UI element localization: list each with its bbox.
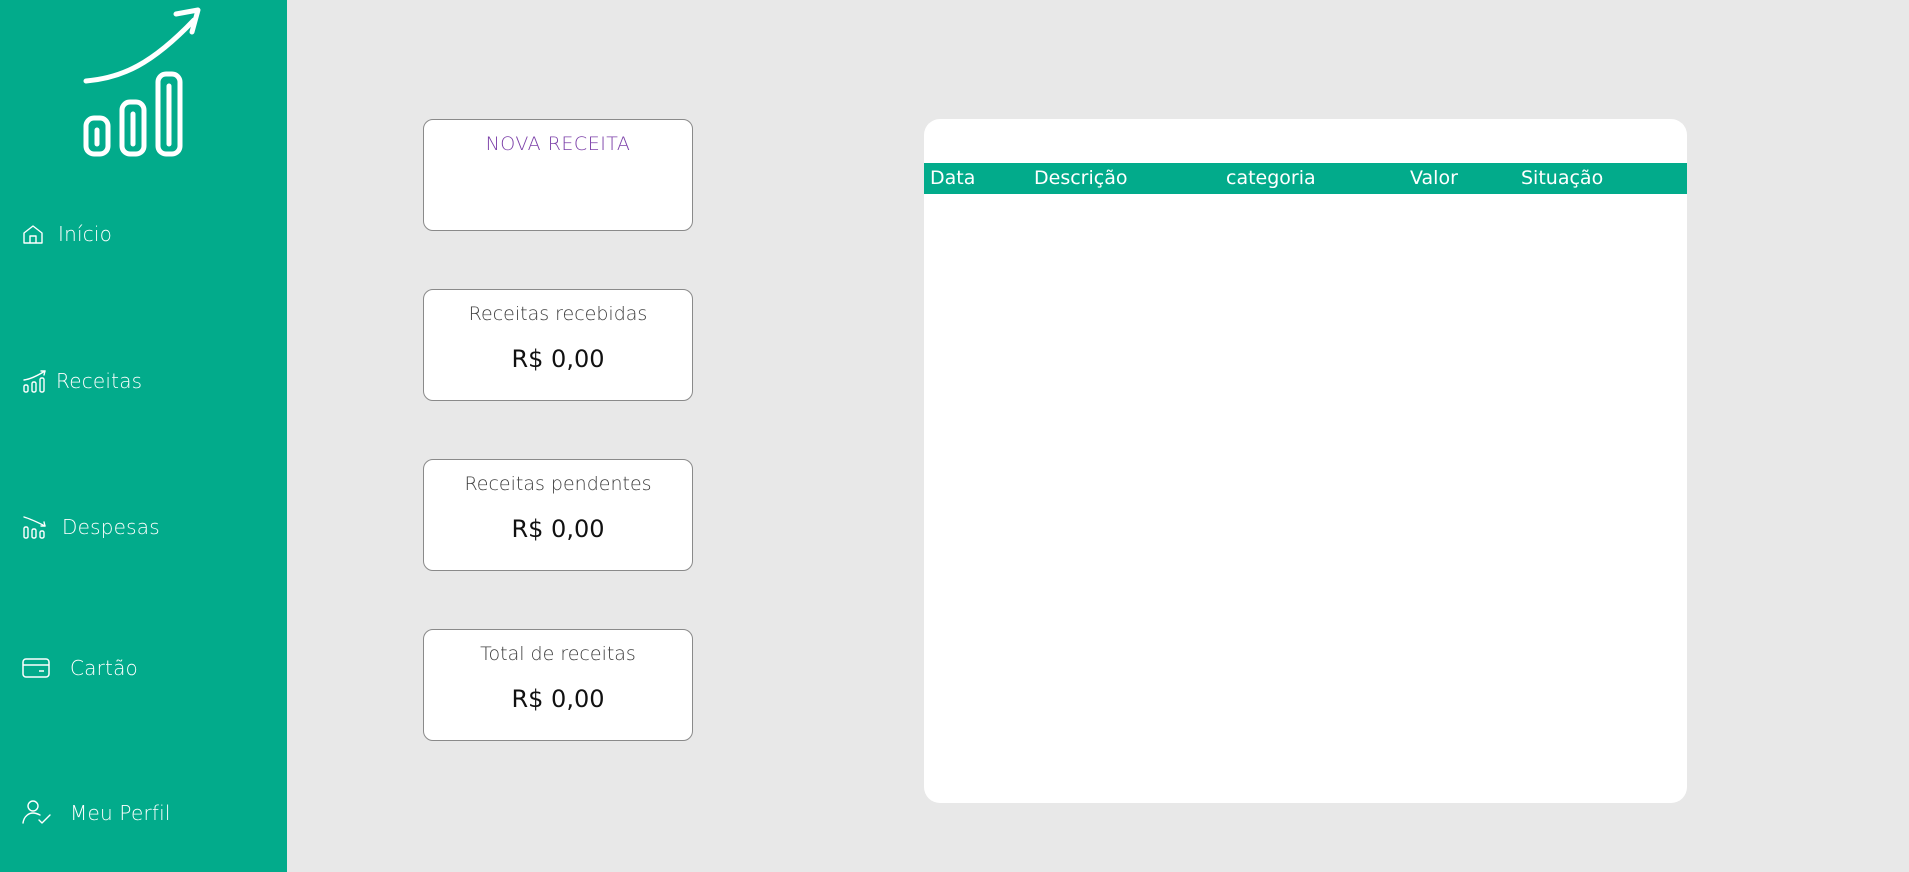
chart-down-icon (22, 513, 52, 541)
column-header-valor: Valor (1410, 167, 1458, 189)
column-header-categoria: categoria (1226, 167, 1316, 189)
new-income-button[interactable]: NOVA RECEITA (423, 119, 693, 231)
sidebar-item-label: Início (58, 222, 113, 246)
sidebar-item-inicio[interactable]: Início (22, 218, 112, 250)
sidebar-item-meu-perfil[interactable]: Meu Perfil (22, 797, 171, 829)
chart-up-icon (22, 367, 52, 395)
pending-income-card: Receitas pendentes R$ 0,00 (423, 459, 693, 571)
sidebar-item-cartao[interactable]: Cartão (22, 652, 138, 684)
sidebar-item-despesas[interactable]: Despesas (22, 511, 160, 543)
credit-card-icon (22, 654, 52, 682)
pending-income-title: Receitas pendentes (464, 473, 652, 495)
received-income-value: R$ 0,00 (511, 345, 605, 373)
table-header: Data Descrição categoria Valor Situação (924, 163, 1687, 194)
user-check-icon (22, 799, 52, 827)
pending-income-value: R$ 0,00 (511, 515, 605, 543)
sidebar-item-label: Receitas (56, 369, 143, 393)
column-header-situacao: Situação (1521, 167, 1604, 189)
column-header-descricao: Descrição (1034, 167, 1128, 189)
received-income-title: Receitas recebidas (468, 303, 648, 325)
growth-chart-logo (83, 7, 201, 157)
income-table: Data Descrição categoria Valor Situação (924, 119, 1687, 803)
sidebar: Início Receitas Despesas Cartão Meu Perf… (0, 0, 287, 872)
total-income-card: Total de receitas R$ 0,00 (423, 629, 693, 741)
home-icon (22, 220, 52, 248)
total-income-title: Total de receitas (480, 643, 636, 665)
received-income-card: Receitas recebidas R$ 0,00 (423, 289, 693, 401)
sidebar-item-label: Meu Perfil (70, 801, 171, 825)
sidebar-item-receitas[interactable]: Receitas (22, 365, 142, 397)
column-header-data: Data (930, 167, 976, 189)
new-income-label: NOVA RECEITA (485, 133, 631, 155)
sidebar-item-label: Cartão (70, 656, 138, 680)
sidebar-item-label: Despesas (62, 515, 160, 539)
total-income-value: R$ 0,00 (511, 685, 605, 713)
